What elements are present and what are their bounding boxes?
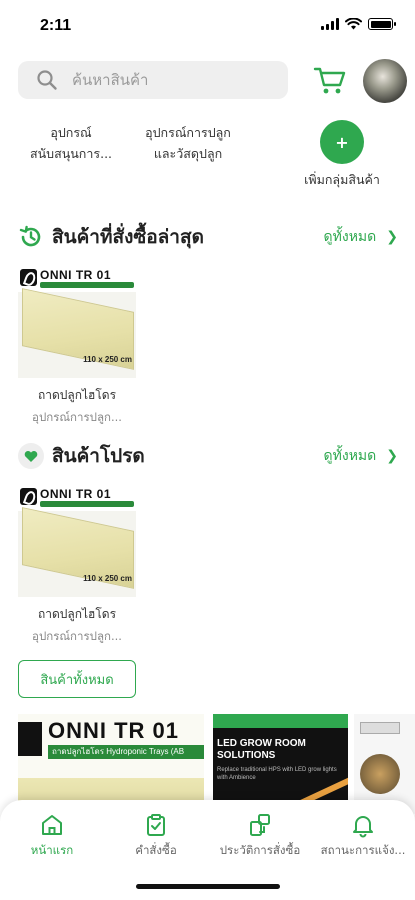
product-brand: ONNI TR 01	[40, 487, 112, 501]
plus-icon[interactable]: +	[320, 120, 364, 164]
status-time: 2:11	[40, 17, 72, 34]
category-row: อุปกรณ์ สนับสนุนการ... อุปกรณ์การปลูก แล…	[0, 120, 415, 190]
product-name: ถาดปลูกไฮโดร	[37, 607, 117, 621]
chevron-right-icon: ❯	[386, 448, 398, 464]
add-group-button[interactable]: + เพิ่มกลุ่มสินค้า	[292, 120, 392, 190]
nav-label: สถานะการแจ้ง...	[320, 843, 406, 857]
search-box[interactable]	[18, 61, 288, 99]
banner-strip: ถาดปลูกไฮโดร Hydroponic Trays (AB	[48, 745, 204, 759]
cart-icon[interactable]	[313, 63, 347, 97]
nav-notifications[interactable]: สถานะการแจ้ง...	[311, 812, 415, 860]
category-line2: และวัสดุปลูก	[153, 146, 223, 161]
product-brand: ONNI TR 01	[40, 268, 112, 282]
nav-orders[interactable]: คำสั่งซื้อ	[104, 812, 208, 860]
home-indicator	[136, 884, 280, 889]
bell-icon	[353, 816, 373, 838]
recent-orders-header: สินค้าที่สั่งซื้อล่าสุด ดูทั้งหมด ❯	[18, 222, 398, 252]
status-bar: 2:11	[0, 0, 415, 50]
category-line1: อุปกรณ์การปลูก	[145, 125, 231, 140]
nav-label: ประวัติการสั่งซื้อ	[219, 843, 301, 857]
favorites-header: สินค้าโปรด ดูทั้งหมด ❯	[18, 441, 398, 471]
nav-order-history[interactable]: ประวัติการสั่งซื้อ	[208, 812, 312, 860]
banner-title: LED GROW ROOM SOLUTIONS	[217, 738, 306, 761]
leaf-logo-icon	[18, 722, 42, 756]
see-all-link[interactable]: ดูทั้งหมด ❯	[324, 226, 398, 248]
status-icons	[321, 18, 396, 30]
product-category: อุปกรณ์การปลูก...	[32, 410, 122, 424]
see-all-label: ดูทั้งหมด	[323, 448, 377, 464]
avatar[interactable]	[363, 59, 407, 103]
nav-home[interactable]: หน้าแรก	[0, 812, 104, 860]
category-line1: อุปกรณ์	[50, 125, 92, 140]
leaf-logo-icon	[20, 488, 37, 505]
nav-label: คำสั่งซื้อ	[135, 843, 177, 857]
wifi-icon	[345, 18, 362, 30]
leaf-logo-icon	[20, 269, 37, 286]
add-group-label: เพิ่มกลุ่มสินค้า	[304, 172, 380, 187]
history-icon	[19, 225, 41, 247]
product-size: 110 x 250 cm	[83, 574, 132, 583]
product-name: ถาดปลูกไฮโดร	[37, 388, 117, 402]
product-card[interactable]: ONNI TR 01 110 x 250 cm ถาดปลูกไฮโดร อุป…	[18, 266, 136, 427]
nav-label: หน้าแรก	[30, 843, 74, 857]
home-icon	[42, 815, 62, 835]
search-icon	[37, 70, 57, 90]
see-all-label: ดูทั้งหมด	[323, 229, 377, 245]
promo-banner[interactable]	[354, 714, 415, 814]
promo-banner[interactable]: LED GROW ROOM SOLUTIONS Replace traditio…	[213, 714, 348, 814]
category-item[interactable]: อุปกรณ์ สนับสนุนการ...	[16, 122, 126, 164]
clipboard-check-icon	[147, 814, 165, 836]
battery-icon	[368, 18, 396, 30]
chevron-right-icon: ❯	[386, 229, 398, 245]
banner-subtitle: Replace traditional HPS with LED grow li…	[217, 767, 337, 781]
banner-brand: ONNI TR 01	[48, 718, 180, 743]
search-row	[18, 59, 408, 103]
category-item[interactable]: อุปกรณ์การปลูก และวัสดุปลูก	[128, 122, 248, 164]
product-card[interactable]: ONNI TR 01 110 x 250 cm ถาดปลูกไฮโดร อุป…	[18, 485, 136, 646]
search-input[interactable]	[72, 71, 252, 89]
order-history-icon	[250, 814, 270, 836]
product-image: ONNI TR 01 110 x 250 cm	[18, 266, 136, 378]
promo-banner[interactable]: ONNI TR 01 ถาดปลูกไฮโดร Hydroponic Trays…	[18, 714, 204, 814]
all-products-button[interactable]: สินค้าทั้งหมด	[18, 660, 136, 698]
section-title: สินค้าที่สั่งซื้อล่าสุด	[52, 226, 204, 248]
product-size: 110 x 250 cm	[83, 355, 132, 364]
signal-icon	[321, 18, 339, 30]
section-title: สินค้าโปรด	[52, 445, 145, 467]
category-line2: สนับสนุนการ...	[29, 146, 113, 161]
see-all-link[interactable]: ดูทั้งหมด ❯	[324, 445, 398, 467]
heart-icon	[18, 443, 44, 469]
product-image: ONNI TR 01 110 x 250 cm	[18, 485, 136, 597]
product-category: อุปกรณ์การปลูก...	[32, 629, 122, 643]
